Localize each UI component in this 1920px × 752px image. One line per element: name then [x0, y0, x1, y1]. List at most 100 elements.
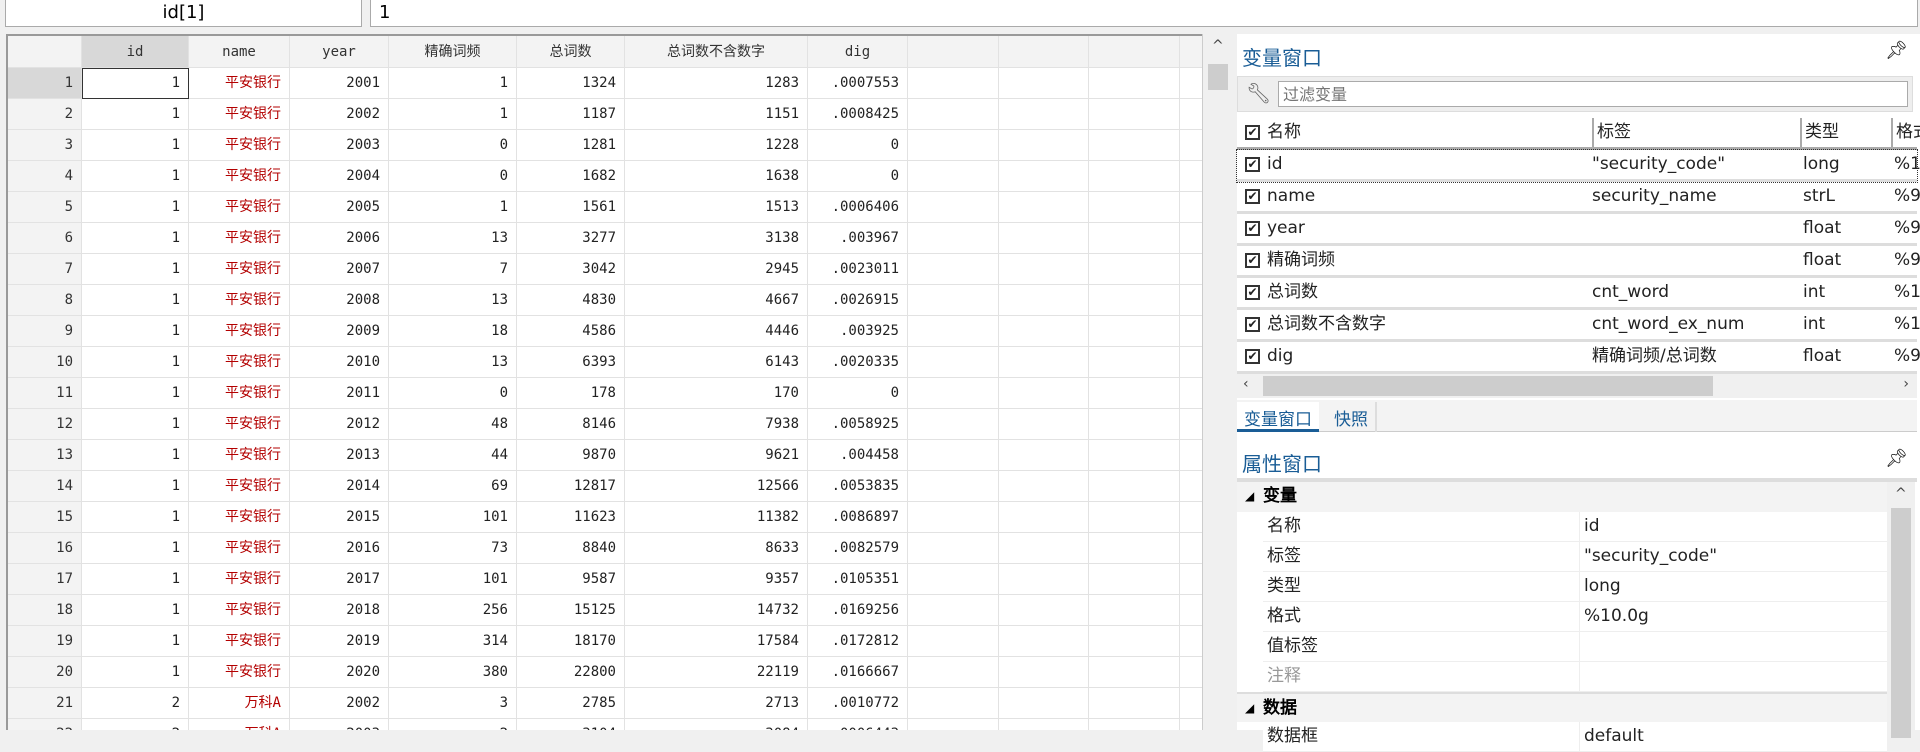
data-cell[interactable]: 380	[389, 657, 517, 688]
property-row[interactable]: 类型 long	[1237, 572, 1887, 602]
row-number[interactable]: 13	[8, 440, 82, 471]
data-cell[interactable]: 平安银行	[189, 347, 290, 378]
empty-cell[interactable]	[1089, 285, 1180, 316]
empty-cell[interactable]	[1180, 378, 1202, 409]
data-cell[interactable]: 1	[82, 564, 189, 595]
column-header[interactable]	[1180, 36, 1202, 68]
data-cell[interactable]: 101	[389, 502, 517, 533]
empty-cell[interactable]	[1180, 595, 1202, 626]
empty-cell[interactable]	[999, 533, 1089, 564]
data-cell[interactable]: 17584	[625, 626, 808, 657]
column-header[interactable]: year	[290, 36, 389, 68]
empty-cell[interactable]	[908, 657, 999, 688]
data-cell[interactable]: 8840	[517, 533, 625, 564]
data-cell[interactable]: 1	[82, 502, 189, 533]
cell-value-input[interactable]: 1	[370, 0, 1918, 27]
data-cell[interactable]: 2002	[290, 688, 389, 719]
column-header[interactable]: dig	[808, 36, 908, 68]
row-number[interactable]: 7	[8, 254, 82, 285]
empty-cell[interactable]	[1089, 409, 1180, 440]
data-cell[interactable]: 9357	[625, 564, 808, 595]
corner-cell[interactable]	[8, 36, 82, 68]
data-cell[interactable]: .0010772	[808, 688, 908, 719]
empty-cell[interactable]	[1089, 254, 1180, 285]
row-number[interactable]: 17	[8, 564, 82, 595]
variable-row[interactable]: ✔ year float %9.0g	[1237, 214, 1920, 246]
data-cell[interactable]: 2006	[290, 223, 389, 254]
data-cell[interactable]: 12566	[625, 471, 808, 502]
scroll-left-icon[interactable]: ‹	[1243, 376, 1249, 392]
data-cell[interactable]: 1682	[517, 161, 625, 192]
empty-cell[interactable]	[908, 223, 999, 254]
row-number[interactable]: 18	[8, 595, 82, 626]
row-number[interactable]: 6	[8, 223, 82, 254]
data-cell[interactable]: 6143	[625, 347, 808, 378]
data-cell[interactable]: 0	[808, 161, 908, 192]
row-number[interactable]: 14	[8, 471, 82, 502]
data-cell[interactable]: 13	[389, 347, 517, 378]
data-cell[interactable]: .0086897	[808, 502, 908, 533]
data-cell[interactable]: 0	[808, 378, 908, 409]
data-cell[interactable]: 1	[82, 595, 189, 626]
data-cell[interactable]: 平安银行	[189, 254, 290, 285]
data-cell[interactable]: 1	[82, 285, 189, 316]
empty-cell[interactable]	[1180, 254, 1202, 285]
scroll-up-icon[interactable]: ^	[1212, 38, 1224, 54]
data-cell[interactable]: 9870	[517, 440, 625, 471]
data-cell[interactable]: 平安银行	[189, 595, 290, 626]
data-cell[interactable]: 万科A	[189, 719, 290, 730]
empty-cell[interactable]	[999, 223, 1089, 254]
empty-cell[interactable]	[999, 626, 1089, 657]
empty-cell[interactable]	[999, 99, 1089, 130]
data-cell[interactable]: 44	[389, 440, 517, 471]
empty-cell[interactable]	[1180, 502, 1202, 533]
empty-cell[interactable]	[908, 316, 999, 347]
data-cell[interactable]: 2	[82, 688, 189, 719]
empty-cell[interactable]	[1089, 161, 1180, 192]
data-cell[interactable]: .0006443	[808, 719, 908, 730]
variable-checkbox[interactable]: ✔	[1245, 349, 1260, 364]
data-grid[interactable]: id name year 精确词频 总词数 总词数不含数字 dig 1 1 平安银行 2001 1 13…	[6, 34, 1202, 730]
data-cell[interactable]: 1	[82, 130, 189, 161]
scroll-thumb[interactable]	[1891, 508, 1911, 738]
data-cell[interactable]: .0026915	[808, 285, 908, 316]
data-cell[interactable]: 1283	[625, 68, 808, 99]
data-cell[interactable]: 7938	[625, 409, 808, 440]
data-cell[interactable]: .0023011	[808, 254, 908, 285]
empty-cell[interactable]	[999, 409, 1089, 440]
data-cell[interactable]: .0082579	[808, 533, 908, 564]
data-cell[interactable]: 48	[389, 409, 517, 440]
variable-row[interactable]: ✔ 总词数不含数字 cnt_word_ex_num int %10.0g	[1237, 310, 1920, 342]
row-number[interactable]: 19	[8, 626, 82, 657]
row-number[interactable]: 10	[8, 347, 82, 378]
header-name[interactable]: 名称	[1267, 118, 1301, 147]
data-cell[interactable]: 0	[389, 130, 517, 161]
empty-cell[interactable]	[999, 161, 1089, 192]
empty-cell[interactable]	[999, 657, 1089, 688]
data-cell[interactable]: 2020	[290, 657, 389, 688]
section-data[interactable]: ◢ 数据	[1237, 692, 1887, 722]
empty-cell[interactable]	[908, 688, 999, 719]
tab-variables[interactable]: 变量窗口	[1237, 402, 1319, 432]
data-cell[interactable]: 2009	[290, 316, 389, 347]
property-value[interactable]: %10.0g	[1580, 602, 1887, 632]
data-cell[interactable]: 2785	[517, 688, 625, 719]
empty-cell[interactable]	[1089, 564, 1180, 595]
variable-row[interactable]: ✔ id "security_code" long %10.0g	[1236, 149, 1920, 183]
empty-cell[interactable]	[999, 471, 1089, 502]
empty-cell[interactable]	[1089, 99, 1180, 130]
data-cell[interactable]: 178	[517, 378, 625, 409]
row-number[interactable]: 22	[8, 719, 82, 730]
data-cell[interactable]: 22800	[517, 657, 625, 688]
empty-cell[interactable]	[1089, 533, 1180, 564]
empty-cell[interactable]	[1089, 440, 1180, 471]
empty-cell[interactable]	[1180, 347, 1202, 378]
data-cell[interactable]: 1	[82, 161, 189, 192]
empty-cell[interactable]	[999, 192, 1089, 223]
data-cell[interactable]: 13	[389, 223, 517, 254]
property-row[interactable]: 格式 %10.0g	[1237, 602, 1887, 632]
scroll-right-icon[interactable]: ›	[1903, 376, 1909, 392]
data-cell[interactable]: 1281	[517, 130, 625, 161]
data-cell[interactable]: 8146	[517, 409, 625, 440]
column-header[interactable]: 总词数不含数字	[625, 36, 808, 68]
